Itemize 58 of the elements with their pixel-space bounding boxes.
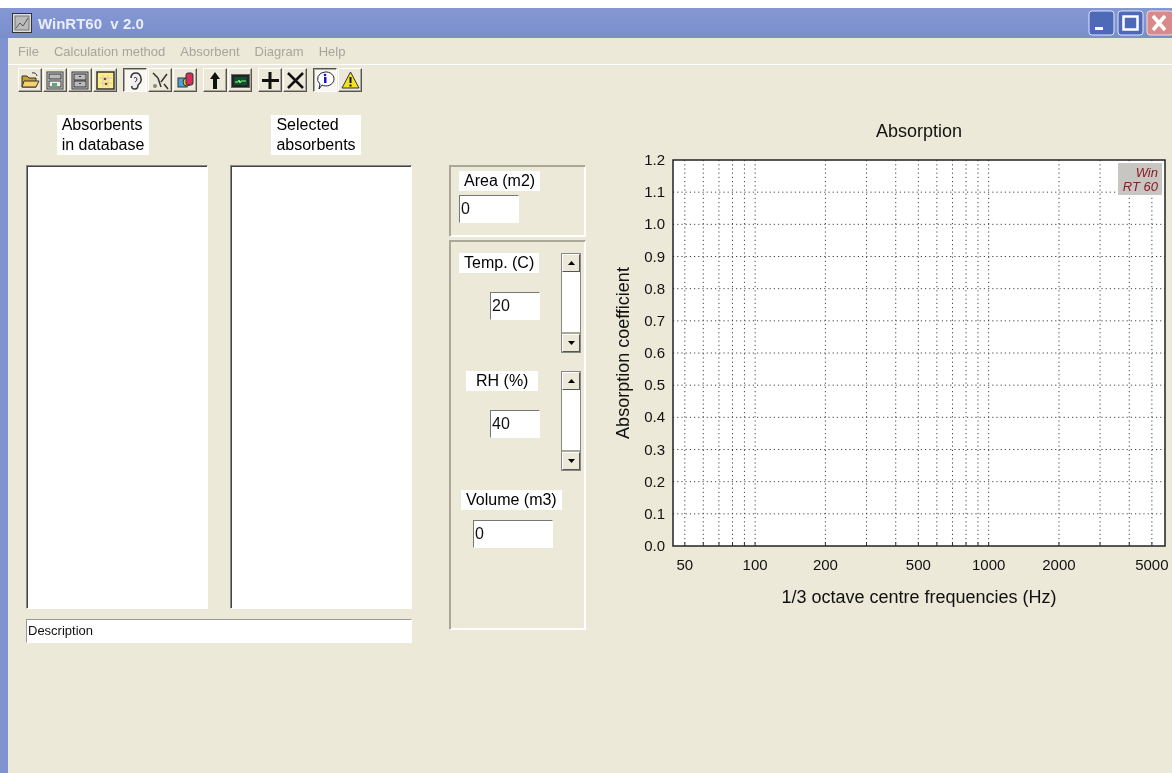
chart-title: Absorption (875, 121, 963, 141)
logo-badge: Win RT 60 (1118, 163, 1162, 195)
x-tick-label: 100 (742, 556, 768, 573)
list-heading: Selected absorbents (271, 115, 361, 155)
y-tick-label: 1.0 (644, 215, 665, 233)
x-tick-label: 5000 (1135, 556, 1169, 573)
cabinet-icon (69, 69, 91, 91)
list-heading: Absorbents in database (56, 115, 150, 155)
temperature-field[interactable]: 20 (490, 292, 540, 320)
y-tick-label: 1.1 (644, 183, 665, 201)
y-tick-label: 0.6 (644, 344, 665, 361)
x-tick-label: 200 (812, 556, 838, 573)
warning-icon (339, 69, 361, 91)
y-tick-label: 1.2 (644, 151, 665, 168)
description-field[interactable]: Description (26, 619, 412, 643)
y-tick-label: 0.0 (644, 537, 665, 554)
humidity-field[interactable]: 40 (490, 410, 540, 438)
y-tick-label: 0.4 (644, 408, 665, 426)
y-tick-label: 0.1 (644, 504, 665, 522)
window-title: WinRT60 v 2.0 (38, 14, 145, 32)
checkered-icon (94, 69, 116, 91)
x-tick-label: 1000 (971, 556, 1006, 573)
y-tick-label: 0.8 (644, 279, 665, 297)
close-icon (1146, 10, 1172, 36)
folder-icon (19, 69, 41, 91)
down-arrow-icon (567, 341, 575, 345)
field-label: Temp. (C) (459, 253, 540, 273)
scrollbar[interactable] (561, 253, 581, 353)
area-field[interactable]: 0 (459, 195, 519, 223)
toolbar-button[interactable] (123, 68, 147, 92)
y-tick-label: 0.2 (644, 472, 665, 490)
y-tick-label: 0.9 (644, 247, 665, 265)
x-tick-label: 2000 (1042, 556, 1076, 573)
up-arrow-icon (567, 379, 575, 383)
volume-field[interactable]: 0 (473, 520, 553, 548)
scrollbar[interactable] (561, 371, 581, 471)
info-icon (314, 69, 336, 91)
toolbar-button[interactable] (313, 68, 337, 92)
x-axis-label: 1/3 octave centre frequencies (Hz) (781, 587, 1057, 607)
maximize-icon (1117, 10, 1144, 36)
down-arrow-icon (567, 459, 575, 463)
cross-icon (284, 69, 306, 91)
field-label: RH (%) (466, 371, 539, 391)
x-tick-label: 50 (676, 556, 694, 573)
x-tick-label: 500 (905, 556, 931, 573)
minimize-icon (1088, 10, 1115, 36)
shapes-icon (174, 69, 196, 91)
cabinet-icon (44, 69, 66, 91)
up-arrow-icon (567, 261, 575, 265)
field-label: Area (m2) (459, 171, 541, 191)
app-icon (12, 13, 32, 33)
y-tick-label: 0.3 (644, 440, 665, 458)
tools-icon (149, 69, 171, 91)
field-label: Volume (m3) (461, 490, 562, 510)
plus-icon (259, 69, 281, 91)
y-axis-label: Absorption coefficient (613, 267, 633, 439)
y-tick-label: 0.5 (644, 376, 665, 394)
y-tick-label: 0.7 (644, 311, 665, 329)
